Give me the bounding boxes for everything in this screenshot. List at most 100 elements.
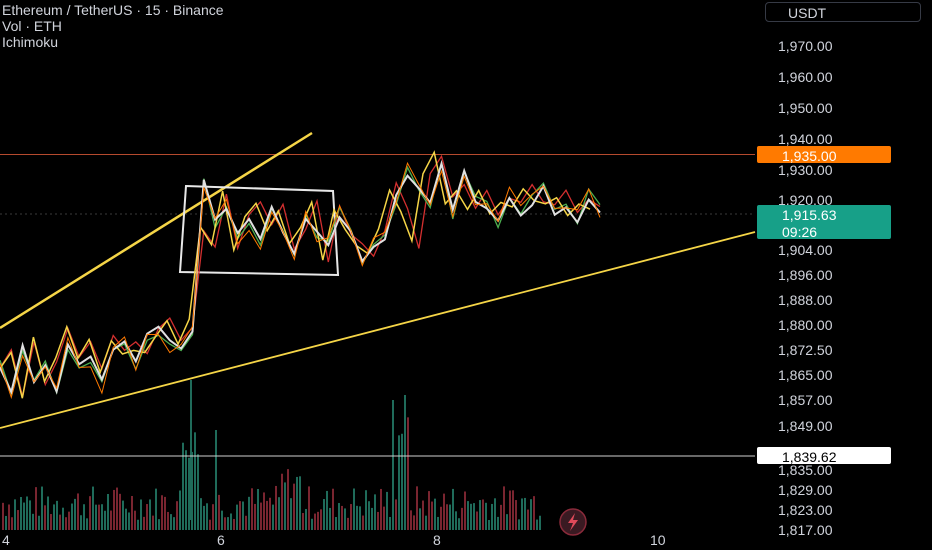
volume-bar xyxy=(146,504,148,530)
volume-bar xyxy=(290,498,292,530)
volume-bar xyxy=(11,517,13,530)
volume-bar xyxy=(320,509,322,530)
volume-bar xyxy=(335,517,337,530)
volume-bar xyxy=(188,457,190,530)
volume-bar xyxy=(350,504,352,530)
volume-bar xyxy=(362,515,364,530)
volume-bar xyxy=(332,488,334,530)
volume-bar xyxy=(374,494,376,530)
volume-bar xyxy=(251,488,253,530)
volume-bar xyxy=(515,500,517,530)
series-line-white xyxy=(0,159,601,396)
volume-bar xyxy=(401,433,403,530)
volume-bar xyxy=(209,519,211,530)
volume-bar xyxy=(365,490,367,530)
volume-bar xyxy=(452,488,454,530)
current-price-tag-text: 09:26 xyxy=(782,224,817,240)
volume-bar xyxy=(467,501,469,530)
volume-bar xyxy=(530,499,532,530)
volume-bar xyxy=(386,491,388,530)
volume-bar xyxy=(299,476,301,530)
volume-bar xyxy=(278,497,280,530)
volume-bar xyxy=(269,497,271,530)
volume-bar xyxy=(287,469,289,530)
volume-bar xyxy=(395,499,397,530)
volume-bar xyxy=(512,490,514,530)
volume-bar xyxy=(509,490,511,530)
volume-bar xyxy=(152,515,154,530)
volume-bar xyxy=(206,503,208,530)
volume-bar xyxy=(353,488,355,530)
volume-bar xyxy=(539,515,541,530)
y-axis-tick-label: 1,896.00 xyxy=(778,267,833,283)
volume-bar xyxy=(344,508,346,530)
volume-bar xyxy=(368,501,370,530)
volume-bar xyxy=(479,500,481,530)
volume-bar xyxy=(110,510,112,530)
ichimoku-indicator-label[interactable]: Ichimoku xyxy=(2,34,224,50)
volume-bar xyxy=(164,496,166,530)
x-axis-tick-label: 4 xyxy=(2,532,10,548)
volume-bar xyxy=(491,503,493,530)
volume-bar xyxy=(44,505,46,530)
chart-legend: Ethereum / TetherUS · 15 · Binance Vol ·… xyxy=(2,2,224,50)
volume-bar xyxy=(68,511,70,530)
volume-bar xyxy=(35,487,37,530)
y-axis-tick-label: 1,872.50 xyxy=(778,342,833,358)
volume-bar xyxy=(305,508,307,530)
volume-bar xyxy=(155,488,157,530)
volume-bar xyxy=(5,515,7,530)
volume-bar xyxy=(26,496,28,530)
volume-bar xyxy=(359,506,361,530)
y-axis-tick-label: 1,960.00 xyxy=(778,69,833,85)
volume-bar xyxy=(473,503,475,530)
volume-bar xyxy=(455,511,457,530)
volume-bar xyxy=(263,492,265,530)
currency-button[interactable]: USDT xyxy=(765,2,921,22)
volume-bar xyxy=(8,504,10,530)
price-chart[interactable]: 1,970.00 1,960.00 1,950.00 1,940.00 1,930.00… xyxy=(0,0,932,550)
volume-bar xyxy=(425,515,427,530)
volume-bar xyxy=(101,504,103,530)
volume-bar xyxy=(413,515,415,530)
volume-bar xyxy=(257,488,259,530)
chart-title: Ethereum / TetherUS · 15 · Binance xyxy=(2,2,224,18)
volume-bar xyxy=(302,512,304,530)
volume-bar xyxy=(89,496,91,530)
volume-bar xyxy=(179,490,181,530)
volume-bar xyxy=(104,510,106,530)
y-axis-tick-label: 1,950.00 xyxy=(778,100,833,116)
volume-bar xyxy=(86,518,88,530)
volume-bar xyxy=(56,500,58,530)
volume-bar xyxy=(197,454,199,530)
volume-bar xyxy=(107,493,109,530)
volume-bar xyxy=(338,503,340,530)
volume-bar xyxy=(245,515,247,530)
volume-bar xyxy=(137,519,139,530)
volume-bar xyxy=(38,515,40,530)
volume-bar xyxy=(161,495,163,530)
resistance-price-tag-text: 1,935.00 xyxy=(782,148,837,164)
volume-bar xyxy=(329,507,331,530)
volume-bar xyxy=(248,496,250,530)
volume-bar xyxy=(482,499,484,530)
volume-bar xyxy=(140,499,142,530)
volume-bar xyxy=(284,482,286,530)
volume-indicator-label[interactable]: Vol · ETH xyxy=(2,18,224,34)
current-price-tag-text: 1,915.63 xyxy=(782,207,837,223)
volume-bar xyxy=(41,486,43,530)
y-axis-tick-label: 1,865.00 xyxy=(778,367,833,383)
volume-bar xyxy=(92,486,94,530)
volume-bar xyxy=(470,503,472,530)
volume-bar xyxy=(65,517,67,530)
volume-bar xyxy=(308,486,310,530)
volume-bar xyxy=(518,519,520,530)
volume-bar xyxy=(116,487,118,530)
volume-bar xyxy=(398,435,400,530)
y-axis-tick-label: 1,940.00 xyxy=(778,131,833,147)
volume-bar xyxy=(497,516,499,530)
y-axis-tick-label: 1,970.00 xyxy=(778,38,833,54)
volume-bar xyxy=(392,400,394,530)
volume-bar xyxy=(2,502,4,530)
volume-bar xyxy=(272,504,274,530)
